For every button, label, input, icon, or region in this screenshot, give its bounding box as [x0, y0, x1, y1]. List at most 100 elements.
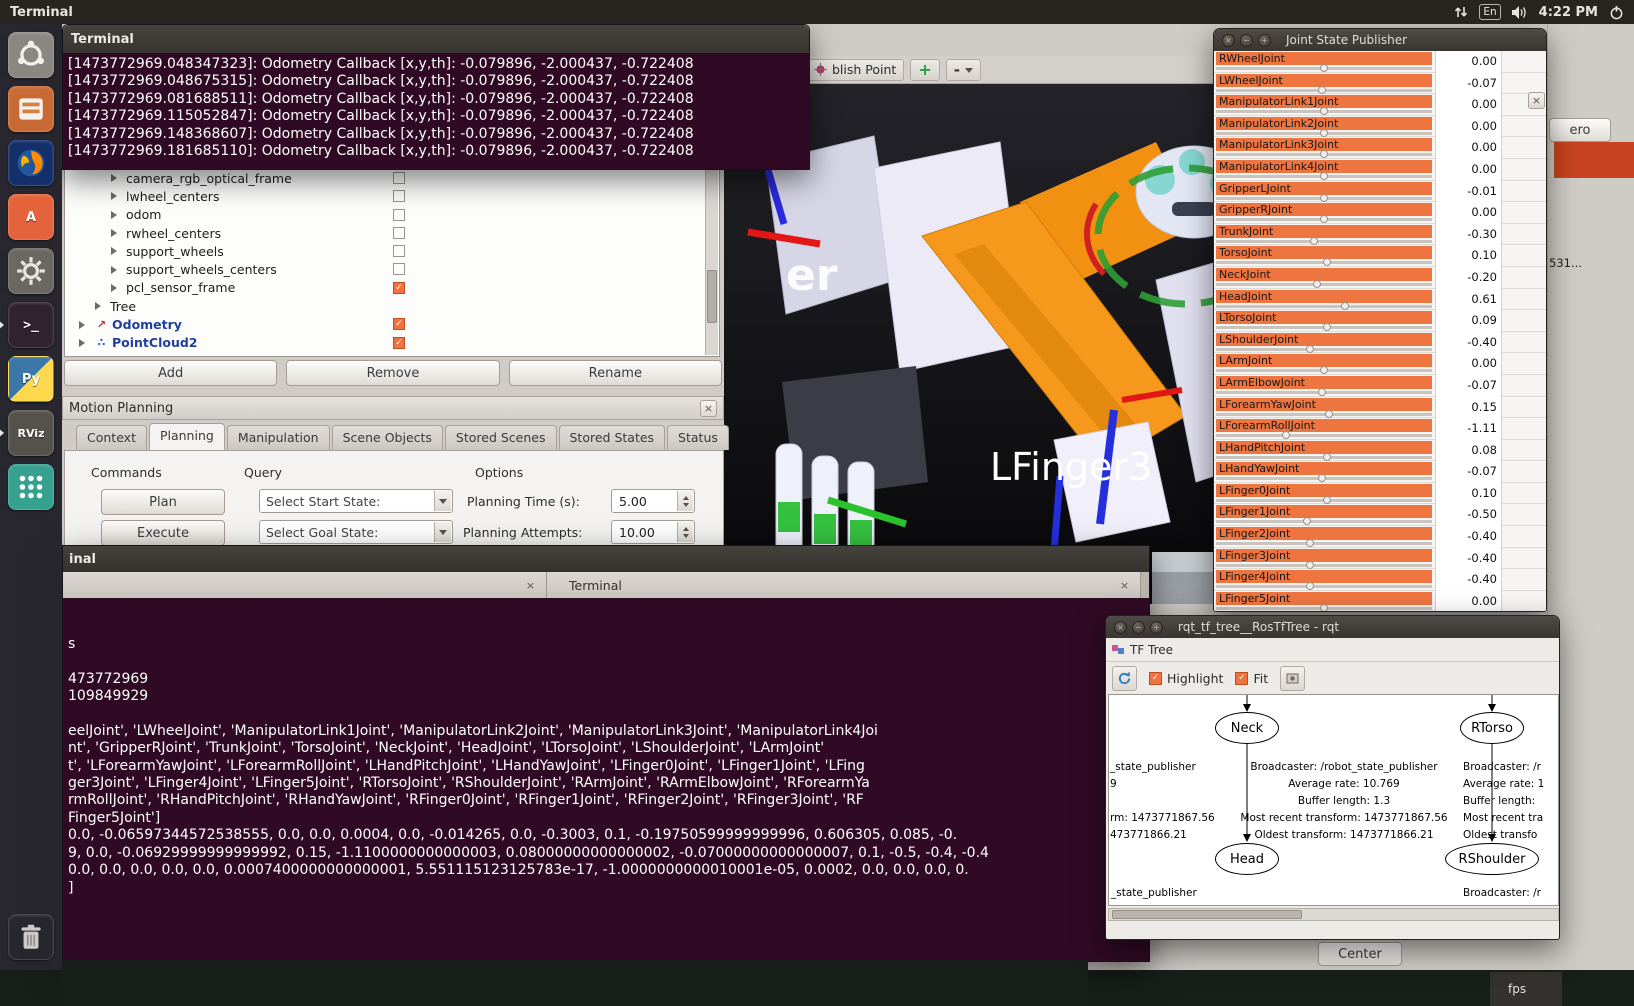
network-arrows-icon[interactable] — [1454, 5, 1468, 19]
window-buttons[interactable]: × − + — [1222, 34, 1276, 47]
slider-thumb-icon[interactable] — [1323, 258, 1331, 266]
displays-tree-item[interactable]: support_wheels — [65, 242, 705, 260]
joint-slider[interactable] — [1216, 132, 1432, 135]
terminal-output[interactable]: [1473772969.048347323]: Odometry Callbac… — [63, 53, 809, 169]
joint-slider[interactable] — [1216, 197, 1432, 200]
displays-tree-item[interactable]: ↗Odometry✓ — [65, 315, 705, 333]
expand-arrow-icon[interactable] — [111, 174, 121, 182]
joint-slider[interactable] — [1216, 499, 1432, 502]
rqt-titlebar[interactable]: × − + rqt_tf_tree__RosTfTree - rqt — [1106, 616, 1559, 638]
keyboard-layout-indicator[interactable]: En — [1479, 4, 1500, 20]
slider-thumb-icon[interactable] — [1320, 64, 1328, 72]
minimize-icon[interactable]: − — [1240, 34, 1253, 47]
expand-arrow-icon[interactable] — [111, 211, 121, 219]
joint-slider[interactable] — [1216, 283, 1432, 286]
zero-button-fragment[interactable]: ero — [1549, 118, 1611, 142]
expand-arrow-icon[interactable] — [95, 302, 105, 310]
terminal-tab-2[interactable]: Terminal × — [547, 572, 1141, 598]
clock[interactable]: 4:22 PM — [1539, 5, 1598, 20]
tf-tree-dock-header[interactable]: TF Tree — [1106, 638, 1559, 662]
launcher-item-apps[interactable] — [8, 464, 54, 510]
displays-tree-item[interactable]: ∴PointCloud2✓ — [65, 334, 705, 352]
joint-slider[interactable] — [1216, 89, 1432, 92]
displays-tree-item[interactable]: Tree — [65, 297, 705, 315]
goal-state-select[interactable]: Select Goal State: — [259, 520, 453, 544]
expand-arrow-icon[interactable] — [111, 247, 121, 255]
rename-display-button[interactable]: Rename — [509, 360, 722, 386]
launcher-item-software[interactable]: A — [8, 194, 54, 240]
slider-thumb-icon[interactable] — [1306, 582, 1314, 590]
close-icon[interactable]: × — [1222, 34, 1235, 47]
slider-thumb-icon[interactable] — [1306, 561, 1314, 569]
slider-thumb-icon[interactable] — [1310, 237, 1318, 245]
slider-thumb-icon[interactable] — [1320, 215, 1328, 223]
horizontal-scrollbar[interactable] — [1108, 908, 1559, 921]
joint-slider[interactable] — [1216, 305, 1432, 308]
launcher-item-python[interactable]: Py — [8, 356, 54, 402]
displays-tree-item[interactable]: camera_rgb_optical_frame — [65, 169, 705, 187]
slider-thumb-icon[interactable] — [1320, 129, 1328, 137]
slider-thumb-icon[interactable] — [1318, 474, 1326, 482]
slider-thumb-icon[interactable] — [1320, 150, 1328, 158]
joint-slider[interactable] — [1216, 413, 1432, 416]
display-enabled-checkbox[interactable] — [393, 227, 405, 239]
slider-thumb-icon[interactable] — [1306, 345, 1314, 353]
joint-slider[interactable] — [1216, 261, 1432, 264]
joint-slider[interactable] — [1216, 434, 1432, 437]
slider-thumb-icon[interactable] — [1341, 302, 1349, 310]
maximize-icon[interactable]: + — [1150, 621, 1163, 634]
remove-tool-button[interactable]: - — [946, 59, 981, 81]
close-icon[interactable]: × — [1114, 621, 1127, 634]
joint-slider[interactable] — [1216, 542, 1432, 545]
slider-thumb-icon[interactable] — [1323, 453, 1331, 461]
close-icon[interactable]: × — [1528, 92, 1545, 109]
power-icon[interactable] — [1609, 5, 1624, 20]
fit-checkbox[interactable]: ✓ Fit — [1235, 671, 1268, 686]
publish-point-tool[interactable]: blish Point — [806, 59, 904, 81]
minimize-icon[interactable]: − — [1132, 621, 1145, 634]
display-enabled-checkbox[interactable] — [393, 209, 405, 221]
display-enabled-checkbox[interactable] — [393, 263, 405, 275]
display-enabled-checkbox[interactable] — [393, 172, 405, 184]
launcher-item-files[interactable] — [8, 86, 54, 132]
launcher-item-rviz[interactable]: RViz — [8, 410, 54, 456]
slider-thumb-icon[interactable] — [1323, 496, 1331, 504]
tab-status[interactable]: Status — [667, 425, 729, 450]
jsp-titlebar[interactable]: × − + Joint State Publisher — [1214, 29, 1546, 51]
joint-slider[interactable] — [1216, 240, 1432, 243]
joint-slider[interactable] — [1216, 607, 1432, 610]
display-enabled-checkbox[interactable]: ✓ — [393, 337, 405, 349]
slider-thumb-icon[interactable] — [1306, 539, 1314, 547]
slider-thumb-icon[interactable] — [1313, 280, 1321, 288]
expand-arrow-icon[interactable] — [111, 192, 121, 200]
maximize-icon[interactable]: + — [1258, 34, 1271, 47]
displays-tree-item[interactable]: lwheel_centers — [65, 187, 705, 205]
display-enabled-checkbox[interactable] — [393, 190, 405, 202]
spinner-arrows-icon[interactable] — [677, 522, 693, 542]
joint-slider[interactable] — [1216, 218, 1432, 221]
tf-tree-canvas[interactable]: Neck RTorso Head RShoulder _state_publis… — [1108, 694, 1559, 906]
expand-arrow-icon[interactable] — [111, 229, 121, 237]
spinner-arrows-icon[interactable] — [677, 491, 693, 511]
display-enabled-checkbox[interactable]: ✓ — [393, 318, 405, 330]
launcher-item-trash[interactable] — [8, 914, 54, 960]
slider-thumb-icon[interactable] — [1320, 194, 1328, 202]
displays-scrollbar[interactable] — [705, 152, 718, 355]
refresh-button[interactable] — [1112, 666, 1137, 691]
slider-thumb-icon[interactable] — [1323, 323, 1331, 331]
tab-stored-scenes[interactable]: Stored Scenes — [445, 425, 557, 450]
tab-planning[interactable]: Planning — [149, 423, 225, 450]
slider-thumb-icon[interactable] — [1320, 604, 1328, 612]
joint-slider[interactable] — [1216, 326, 1432, 329]
tab-stored-states[interactable]: Stored States — [559, 425, 666, 450]
display-enabled-checkbox[interactable] — [393, 245, 405, 257]
expand-arrow-icon[interactable] — [79, 321, 89, 329]
displays-tree-item[interactable]: support_wheels_centers — [65, 260, 705, 278]
display-enabled-checkbox[interactable]: ✓ — [393, 282, 405, 294]
joint-slider[interactable] — [1216, 391, 1432, 394]
volume-icon[interactable] — [1512, 6, 1528, 19]
close-icon[interactable]: × — [523, 578, 538, 593]
slider-thumb-icon[interactable] — [1320, 366, 1328, 374]
add-display-button[interactable]: Add — [64, 360, 277, 386]
terminal-titlebar[interactable]: inal — [63, 546, 1149, 572]
